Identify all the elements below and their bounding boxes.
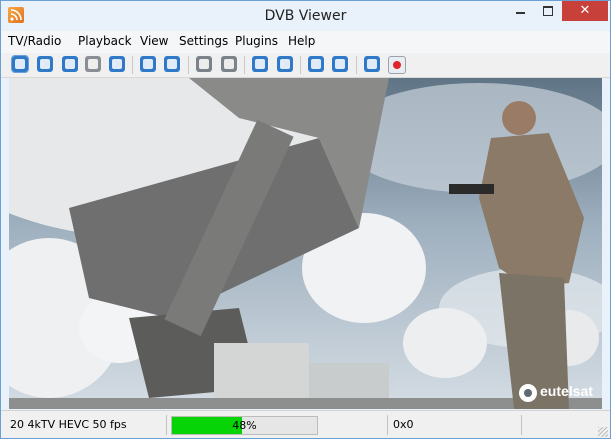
- resize-grip[interactable]: [598, 427, 608, 437]
- maximize-icon: [543, 5, 553, 16]
- fullscreen-button[interactable]: [37, 56, 53, 72]
- eutelsat-watermark: eutelsat: [540, 383, 593, 399]
- close-button[interactable]: ✕: [562, 1, 608, 21]
- previous-channel-icon: [255, 59, 265, 69]
- menu-button[interactable]: [85, 56, 101, 72]
- title-bar[interactable]: DVB Viewer ✕: [1, 1, 610, 31]
- channel-info: 20 4kTV HEVC 50 fps: [10, 418, 127, 431]
- video-display[interactable]: eutelsat: [9, 78, 602, 409]
- channel-list-button[interactable]: [62, 56, 78, 72]
- menu-tv-radio[interactable]: TV/Radio: [8, 34, 61, 48]
- info-button[interactable]: [364, 56, 380, 72]
- status-divider: [387, 415, 388, 435]
- close-icon: ✕: [579, 3, 591, 18]
- info-icon: [367, 59, 377, 69]
- dvb-viewer-window: DVB Viewer ✕ TV/Radio Playback View Sett…: [0, 0, 611, 439]
- error-code: 0x0: [393, 418, 414, 431]
- timer-add-icon: [224, 59, 234, 69]
- toolbar-separator: [132, 56, 133, 74]
- forward-icon: [167, 59, 177, 69]
- osd-toggle-icon: [15, 59, 25, 69]
- menu-playback[interactable]: Playback: [78, 34, 132, 48]
- back-icon: [143, 59, 153, 69]
- menu-help[interactable]: Help: [288, 34, 315, 48]
- satellite-dish-video-frame: [9, 78, 602, 409]
- toolbar-separator: [300, 56, 301, 74]
- osd-toggle-button[interactable]: [11, 55, 29, 73]
- minimize-button[interactable]: [506, 1, 534, 21]
- settings-icon: [335, 59, 345, 69]
- maximize-button[interactable]: [534, 1, 562, 21]
- menu-bar: TV/Radio Playback View Settings Plugins …: [1, 31, 610, 53]
- record-button[interactable]: [388, 56, 406, 74]
- menu-icon: [88, 59, 98, 69]
- signal-quality-label: 48%: [232, 419, 257, 432]
- minimize-icon: [515, 11, 525, 14]
- previous-channel-button[interactable]: [252, 56, 268, 72]
- settings-button[interactable]: [332, 56, 348, 72]
- toolbar-separator: [188, 56, 189, 74]
- fullscreen-icon: [40, 59, 50, 69]
- status-bar: 20 4kTV HEVC 50 fps 48% 0x0: [1, 410, 610, 438]
- record-list-button[interactable]: [196, 56, 212, 72]
- status-divider: [166, 415, 167, 435]
- toolbar: [1, 53, 610, 78]
- forward-button[interactable]: [164, 56, 180, 72]
- menu-view[interactable]: View: [140, 34, 168, 48]
- menu-plugins[interactable]: Plugins: [235, 34, 278, 48]
- status-divider: [521, 415, 522, 435]
- previous-favorite-icon: [280, 59, 290, 69]
- timer-add-button[interactable]: [221, 56, 237, 72]
- list-icon: [311, 59, 321, 69]
- toolbar-separator: [244, 56, 245, 74]
- menu-settings[interactable]: Settings: [179, 34, 228, 48]
- record-list-icon: [199, 59, 209, 69]
- epg-button[interactable]: [109, 56, 125, 72]
- epg-icon: [112, 59, 122, 69]
- list-button[interactable]: [308, 56, 324, 72]
- signal-quality-bar: 48%: [171, 416, 318, 435]
- back-button[interactable]: [140, 56, 156, 72]
- record-icon: [393, 61, 401, 69]
- toolbar-separator: [356, 56, 357, 74]
- channel-list-icon: [65, 59, 75, 69]
- previous-favorite-button[interactable]: [277, 56, 293, 72]
